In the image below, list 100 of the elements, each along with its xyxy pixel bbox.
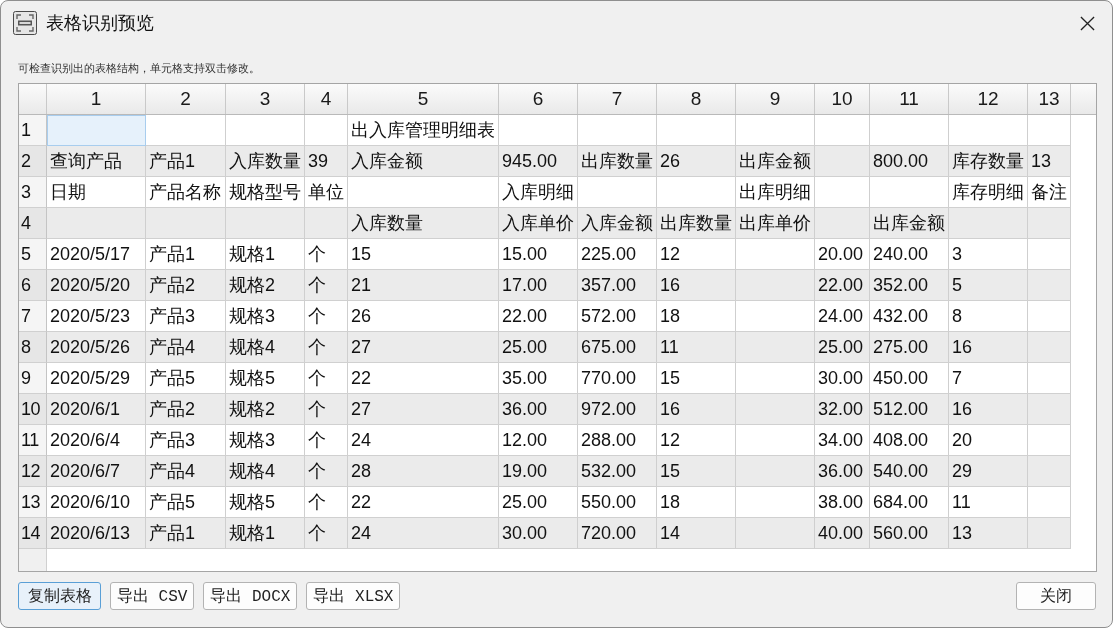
table-cell: 5 [949,270,1028,301]
table-cell: 2020/5/17 [47,239,146,270]
column-header: 1 [47,84,146,114]
table-cell: 39 [305,146,348,177]
table-cell: 产品5 [146,487,226,518]
table-cell: 产品2 [146,394,226,425]
row-header: 9 [19,363,47,394]
table-cell: 36.00 [499,394,578,425]
table-cell: 19.00 [499,456,578,487]
table-cell: 3 [949,239,1028,270]
table-cell: 25.00 [499,487,578,518]
table-cell: 540.00 [870,456,949,487]
table-cell: 225.00 [578,239,657,270]
row-header-filler [19,549,47,571]
table-cell: 产品名称 [146,177,226,208]
table-cell: 27 [348,394,499,425]
table-cell: 个 [305,363,348,394]
table-cell: 2020/6/1 [47,394,146,425]
table-cell: 12.00 [499,425,578,456]
table-cell: 规格2 [226,394,305,425]
action-button[interactable]: 导出 XLSX [306,582,401,610]
column-header: 12 [949,84,1028,114]
table-cell: 432.00 [870,301,949,332]
table-cell: 22.00 [815,270,870,301]
table-cell: 20 [949,425,1028,456]
table-cell: 972.00 [578,394,657,425]
table-cell: 945.00 [499,146,578,177]
table-cell: 550.00 [578,487,657,518]
table-cell: 450.00 [870,363,949,394]
table-cell: 24 [348,425,499,456]
action-button[interactable]: 复制表格 [18,582,101,610]
table-cell: 产品1 [146,146,226,177]
table-cell: 32.00 [815,394,870,425]
column-header: 4 [305,84,348,114]
row-header: 4 [19,208,47,239]
action-button[interactable]: 导出 DOCX [203,582,298,610]
row-header: 7 [19,301,47,332]
table-cell: 查询产品 [47,146,146,177]
action-button[interactable]: 导出 CSV [110,582,195,610]
row-header: 6 [19,270,47,301]
table-cell: 规格1 [226,518,305,549]
table-cell: 25.00 [815,332,870,363]
hint-text: 可检查识别出的表格结构，单元格支持双击修改。 [18,61,260,75]
table-cell: 17.00 [499,270,578,301]
table-cell: 个 [305,518,348,549]
table-cell: 15.00 [499,239,578,270]
table-cell: 38.00 [815,487,870,518]
table-cell: 29 [949,456,1028,487]
table-cell: 22 [348,487,499,518]
table-cell: 产品3 [146,425,226,456]
table-cell: 库存数量 [949,146,1028,177]
table-cell: 36.00 [815,456,870,487]
row-header: 12 [19,456,47,487]
table-cell: 16 [657,270,736,301]
table-cell: 572.00 [578,301,657,332]
table-cell: 规格5 [226,487,305,518]
table-cell: 13 [1028,146,1071,177]
close-button[interactable]: 关闭 [1016,582,1096,610]
row-header: 5 [19,239,47,270]
window-title: 表格识别预览 [46,12,154,35]
table-cell: 240.00 [870,239,949,270]
table-cell: 出库数量 [578,146,657,177]
table-cell: 720.00 [578,518,657,549]
table-cell: 规格5 [226,363,305,394]
table-cell: 8 [949,301,1028,332]
table-cell: 20.00 [815,239,870,270]
table-cell: 入库明细 [499,177,578,208]
table-cell: 14 [657,518,736,549]
table-cell: 出库单价 [736,208,815,239]
table-cell: 28 [348,456,499,487]
column-header: 10 [815,84,870,114]
table-cell: 产品1 [146,518,226,549]
row-header: 14 [19,518,47,549]
table-cell: 个 [305,332,348,363]
table-cell: 16 [949,332,1028,363]
table-cell: 40.00 [815,518,870,549]
table-cell: 30.00 [499,518,578,549]
table-cell: 11 [949,487,1028,518]
table-cell: 684.00 [870,487,949,518]
table-cell: 2020/5/26 [47,332,146,363]
table-cell: 288.00 [578,425,657,456]
table-cell: 产品4 [146,332,226,363]
close-icon[interactable] [1080,15,1095,31]
table-cell: 352.00 [870,270,949,301]
table-cell: 2020/5/23 [47,301,146,332]
table-cell: 规格3 [226,301,305,332]
table-cell: 2020/6/4 [47,425,146,456]
row-header: 11 [19,425,47,456]
table-cell: 2020/5/20 [47,270,146,301]
table-cell: 34.00 [815,425,870,456]
table-cell: 2020/6/7 [47,456,146,487]
table-cell: 入库数量 [226,146,305,177]
table-cell: 规格4 [226,456,305,487]
table-cell: 个 [305,394,348,425]
table-cell: 个 [305,301,348,332]
table-cell: 13 [949,518,1028,549]
table-cell: 275.00 [870,332,949,363]
table-cell: 22 [348,363,499,394]
table-cell: 产品1 [146,239,226,270]
table-cell: 21 [348,270,499,301]
